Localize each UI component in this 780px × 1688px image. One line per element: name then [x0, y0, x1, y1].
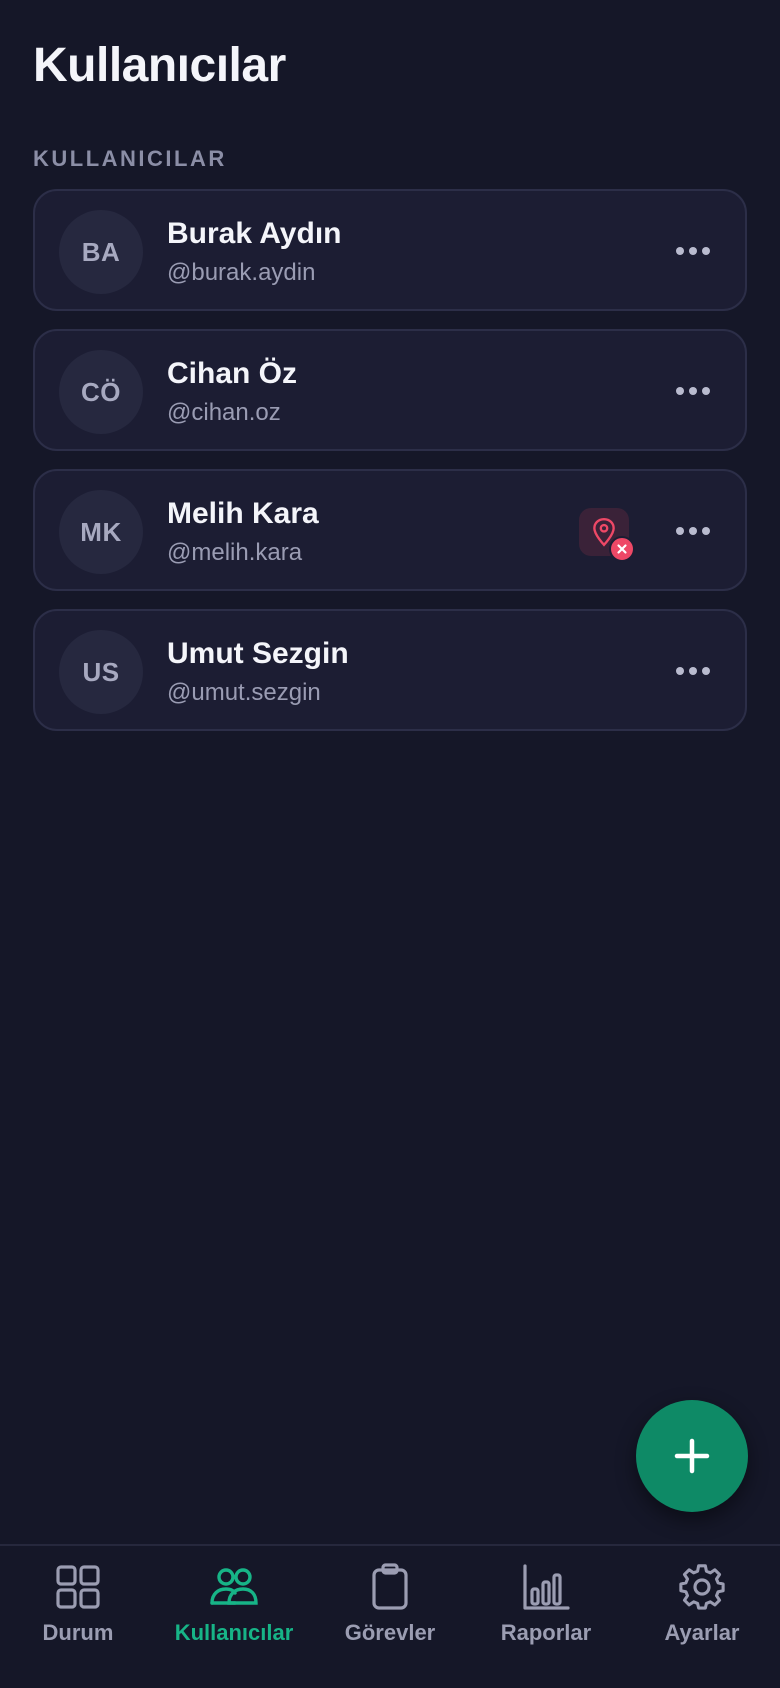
- user-card[interactable]: CÖ Cihan Öz @cihan.oz: [33, 329, 747, 451]
- more-icon: [676, 667, 684, 675]
- users-icon: [210, 1568, 258, 1605]
- user-list: BA Burak Aydın @burak.aydin CÖ Cihan Öz …: [33, 189, 747, 749]
- user-name: Burak Aydın: [167, 217, 342, 250]
- more-options-button[interactable]: [671, 511, 715, 551]
- more-options-button[interactable]: [671, 231, 715, 271]
- user-card[interactable]: BA Burak Aydın @burak.aydin: [33, 189, 747, 311]
- grid-icon: [56, 1565, 100, 1609]
- nav-item-gorevler[interactable]: Görevler: [312, 1546, 468, 1688]
- nav-label: Durum: [42, 1620, 114, 1645]
- users-screen: Kullanıcılar KULLANICILAR BA Burak Aydın…: [0, 0, 780, 1688]
- user-name: Melih Kara: [167, 497, 319, 530]
- bar-chart-icon: [523, 1564, 570, 1610]
- nav-label: Görevler: [344, 1620, 436, 1645]
- more-icon: [676, 387, 684, 395]
- user-card[interactable]: US Umut Sezgin @umut.sezgin: [33, 609, 747, 731]
- more-icon-dot: [689, 387, 697, 395]
- more-options-button[interactable]: [671, 371, 715, 411]
- avatar: BA: [59, 210, 143, 294]
- more-icon: [676, 527, 684, 535]
- more-icon-dot: [702, 667, 710, 675]
- user-handle: @cihan.oz: [167, 399, 281, 426]
- more-options-button[interactable]: [671, 651, 715, 691]
- bottom-nav: Durum Kullanıcılar Görevler Raporlar Aya…: [0, 1544, 780, 1688]
- x-icon: [617, 544, 627, 554]
- section-label: KULLANICILAR: [33, 146, 227, 171]
- gear-icon: [679, 1564, 725, 1610]
- nav-item-durum[interactable]: Durum: [0, 1546, 156, 1688]
- avatar: MK: [59, 490, 143, 574]
- more-icon-dot: [702, 247, 710, 255]
- nav-item-kullanicilar[interactable]: Kullanıcılar: [156, 1546, 312, 1688]
- user-card[interactable]: MK Melih Kara @melih.kara: [33, 469, 747, 591]
- more-icon-dot: [702, 387, 710, 395]
- more-icon-dot: [689, 247, 697, 255]
- more-icon-dot: [689, 527, 697, 535]
- more-icon: [676, 247, 684, 255]
- more-icon-dot: [702, 527, 710, 535]
- avatar: CÖ: [59, 350, 143, 434]
- nav-label: Kullanıcılar: [174, 1620, 294, 1645]
- user-name: Cihan Öz: [167, 357, 298, 390]
- add-user-button[interactable]: [636, 1400, 748, 1512]
- user-name: Umut Sezgin: [167, 637, 349, 670]
- plus-icon: [674, 1438, 710, 1474]
- page-title: Kullanıcılar: [33, 39, 286, 92]
- more-icon-dot: [689, 667, 697, 675]
- close-icon: [609, 536, 635, 562]
- nav-label: Raporlar: [500, 1620, 592, 1645]
- nav-label: Ayarlar: [664, 1620, 740, 1645]
- nav-item-raporlar[interactable]: Raporlar: [468, 1546, 624, 1688]
- avatar: US: [59, 630, 143, 714]
- clipboard-icon: [372, 1563, 408, 1610]
- user-handle: @melih.kara: [167, 539, 303, 566]
- nav-item-ayarlar[interactable]: Ayarlar: [624, 1546, 780, 1688]
- user-handle: @burak.aydin: [167, 259, 316, 286]
- user-handle: @umut.sezgin: [167, 679, 321, 706]
- location-off-badge[interactable]: [579, 508, 635, 562]
